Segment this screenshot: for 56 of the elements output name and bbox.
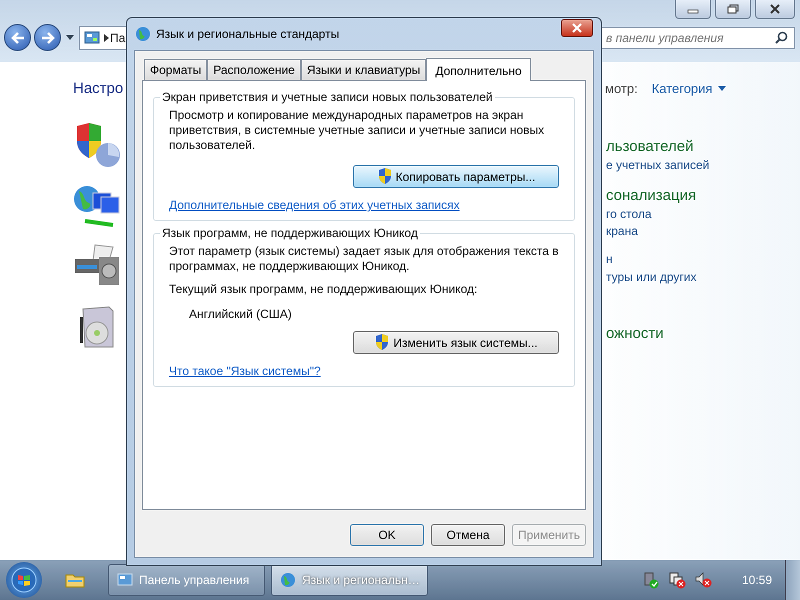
category-heading[interactable]: н: [606, 249, 710, 269]
group-title: Язык программ, не поддерживающих Юникод: [160, 226, 420, 240]
group-title: Экран приветствия и учетные записи новых пользователей: [160, 90, 495, 104]
arrow-right-icon: [40, 30, 56, 44]
category-heading[interactable]: льзователей: [606, 137, 710, 157]
help-link[interactable]: Дополнительные сведения об этих учетных записях: [169, 198, 460, 212]
back-button[interactable]: [4, 24, 31, 51]
category-link[interactable]: го стола: [606, 206, 710, 223]
arrow-left-icon: [10, 30, 26, 44]
caret-icon: [718, 86, 726, 91]
current-language: Английский (США): [189, 307, 293, 321]
clock[interactable]: 10:59: [742, 573, 772, 587]
control-panel-icon: [84, 30, 100, 44]
close-button[interactable]: [755, 0, 795, 19]
search-icon: [775, 31, 788, 44]
category-link[interactable]: е учетных записей: [606, 157, 710, 174]
shield-icon: [376, 168, 393, 185]
start-button[interactable]: [6, 562, 42, 598]
page-heading: Настро: [73, 80, 124, 97]
chevron-icon: [104, 34, 110, 42]
shield-icon: [374, 334, 390, 351]
close-button[interactable]: [561, 19, 593, 37]
restore-icon: [727, 4, 739, 14]
view-by-label: мотр:: [605, 81, 638, 96]
description-text: Этот параметр (язык системы) задает язык для отображения текста в программах, не поддерживающих Юникод.: [169, 244, 560, 274]
globe-icon: [280, 572, 296, 588]
show-desktop-button[interactable]: [785, 560, 800, 600]
view-by-dropdown[interactable]: Категория: [652, 81, 726, 96]
control-panel-icon: [117, 573, 133, 587]
dialog-button[interactable]: OK: [350, 524, 424, 546]
tab[interactable]: Расположение: [207, 59, 301, 80]
help-link[interactable]: Что такое "Язык системы"?: [169, 364, 321, 378]
dropdown-icon[interactable]: [66, 35, 74, 40]
category-link[interactable]: туры или других: [606, 269, 710, 286]
tab[interactable]: Форматы: [144, 59, 208, 80]
network-error-icon[interactable]: [668, 571, 686, 589]
window-title: Язык и региональные стандарты: [156, 27, 340, 41]
tab[interactable]: Дополнительно: [426, 58, 531, 81]
globe-monitors-icon: [73, 183, 121, 229]
category-heading[interactable]: ожности: [606, 324, 710, 344]
maximize-button[interactable]: [715, 0, 751, 19]
forward-button[interactable]: [34, 24, 61, 51]
globe-icon: [135, 26, 151, 42]
category-heading[interactable]: сонализация: [606, 186, 710, 206]
description-text: Просмотр и копирование международных параметров на экран приветствия, в системные учетные записи и учетные записи новых пользователей.: [169, 108, 546, 153]
dialog-button[interactable]: Отмена: [431, 524, 505, 546]
close-icon: [769, 4, 781, 14]
usb-device-icon[interactable]: [642, 571, 660, 589]
minimize-button[interactable]: [675, 0, 711, 19]
description-text: Текущий язык программ, не поддерживающих Юникод:: [169, 282, 478, 297]
speaker-muted-icon[interactable]: [694, 571, 712, 589]
action-button[interactable]: Копировать параметры...: [353, 165, 559, 188]
tab[interactable]: Языки и клавиатуры: [300, 59, 426, 80]
close-icon: [571, 23, 583, 33]
action-button[interactable]: Изменить язык системы...: [353, 331, 559, 354]
category-link[interactable]: крана: [606, 223, 710, 240]
